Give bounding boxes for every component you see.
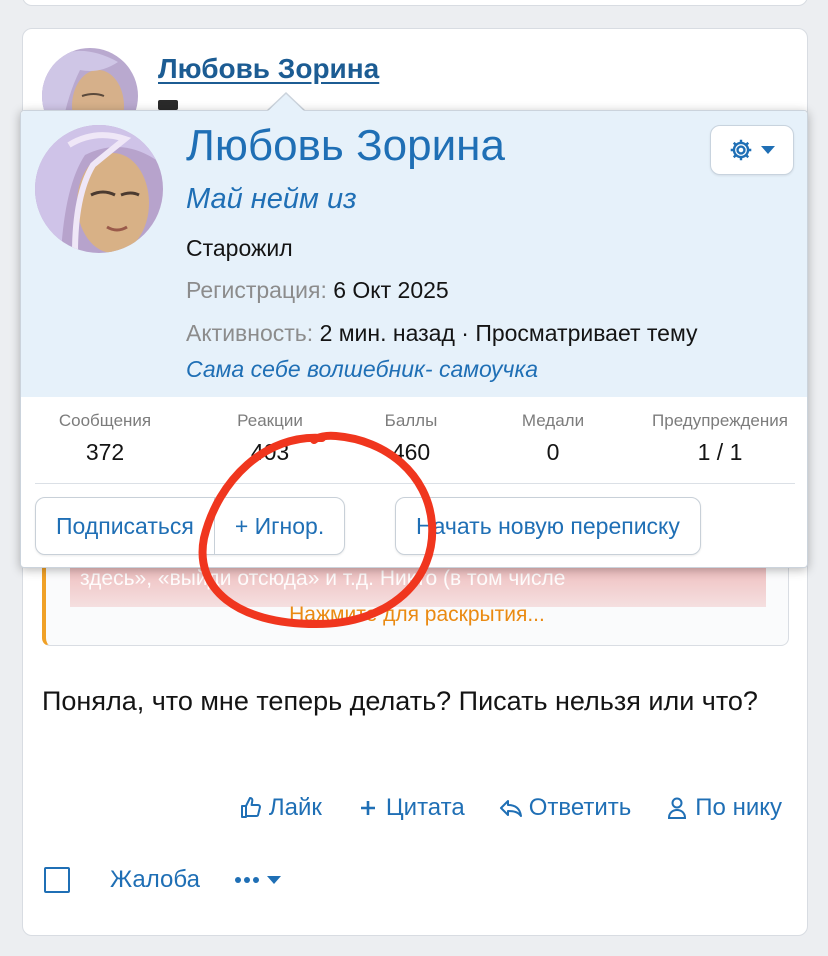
checkbox-icon[interactable] bbox=[44, 867, 70, 893]
activity-label: Активность: bbox=[186, 320, 314, 346]
member-signature: Сама себе волшебник- самоучка bbox=[186, 356, 539, 382]
member-rank: Старожил bbox=[186, 235, 293, 261]
stat-warnings[interactable]: Предупреждения 1 / 1 bbox=[645, 411, 795, 466]
activity-value: 2 мин. назад · Просматривает тему bbox=[319, 320, 698, 346]
stat-value: 403 bbox=[250, 439, 290, 465]
member-activity: Активность: 2 мин. назад · Просматривает… bbox=[186, 320, 698, 347]
member-avatar[interactable] bbox=[35, 125, 163, 253]
registration-value: 6 Окт 2025 bbox=[333, 277, 449, 303]
thumbs-up-icon bbox=[240, 797, 261, 818]
follow-ignore-group: Подписаться + Игнор. bbox=[35, 497, 346, 555]
by-nick-button[interactable]: По нику bbox=[665, 794, 782, 822]
member-tooltip: Любовь Зорина Май нейм из Старожил Регис… bbox=[20, 110, 808, 568]
member-options-button[interactable] bbox=[710, 125, 794, 175]
stat-value: 460 bbox=[391, 439, 431, 465]
stat-value: 372 bbox=[85, 439, 125, 465]
stat-label: Предупреждения bbox=[652, 411, 788, 430]
post-actions: Лайк Цитата Ответить По нику bbox=[239, 794, 782, 822]
caret-down-icon bbox=[761, 146, 775, 154]
ignore-button[interactable]: + Игнор. bbox=[213, 498, 344, 554]
follow-button[interactable]: Подписаться bbox=[36, 498, 214, 554]
stat-label: Реакции bbox=[237, 411, 303, 430]
by-nick-label: По нику bbox=[695, 794, 782, 821]
popup-arrow-inner bbox=[268, 94, 304, 111]
stat-messages[interactable]: Сообщения 372 bbox=[35, 411, 175, 466]
post-footer: Жалоба bbox=[44, 866, 282, 894]
reply-button[interactable]: Ответить bbox=[499, 794, 632, 822]
registration-label: Регистрация: bbox=[186, 277, 327, 303]
post-message: Поняла, что мне теперь делать? Писать не… bbox=[42, 686, 758, 716]
member-name[interactable]: Любовь Зорина bbox=[186, 121, 505, 171]
quote-label: Цитата bbox=[385, 794, 465, 821]
gear-icon bbox=[730, 139, 752, 161]
member-custom-title: Май нейм из bbox=[186, 183, 357, 215]
stat-value: 0 bbox=[546, 439, 560, 465]
quote-button[interactable]: Цитата bbox=[356, 794, 465, 822]
more-options-button[interactable] bbox=[234, 875, 282, 885]
plus-icon bbox=[360, 801, 375, 815]
previous-post-card bbox=[22, 0, 808, 6]
stat-label: Баллы bbox=[384, 411, 438, 430]
stat-value: 1 / 1 bbox=[697, 439, 743, 465]
reply-label: Ответить bbox=[528, 794, 632, 821]
stats-divider bbox=[35, 483, 795, 484]
ellipsis-icon bbox=[234, 877, 259, 883]
post-author-name[interactable]: Любовь Зорина bbox=[158, 53, 379, 85]
stat-points[interactable]: Баллы 460 bbox=[351, 411, 471, 466]
member-registration: Регистрация: 6 Окт 2025 bbox=[186, 277, 449, 304]
stat-label: Сообщения bbox=[58, 411, 152, 430]
like-button[interactable]: Лайк bbox=[239, 794, 322, 822]
post-author-subline bbox=[158, 100, 178, 110]
reply-icon bbox=[499, 800, 522, 817]
like-label: Лайк bbox=[268, 794, 322, 821]
start-conversation-button[interactable]: Начать новую переписку bbox=[395, 497, 701, 555]
stat-reactions[interactable]: Реакции 403 bbox=[205, 411, 335, 466]
member-tooltip-header: Любовь Зорина Май нейм из Старожил Регис… bbox=[21, 111, 807, 397]
quote-expand-link[interactable]: Нажмите для раскрытия... bbox=[46, 603, 788, 627]
quote-hidden-text: здесь», «выйди отсюда» и т.д. Никто (в т… bbox=[80, 567, 566, 590]
member-stats: Сообщения 372 Реакции 403 Баллы 460 Меда… bbox=[35, 411, 795, 481]
report-link[interactable]: Жалоба bbox=[110, 866, 200, 894]
caret-down-icon bbox=[266, 876, 281, 884]
stat-medals[interactable]: Медали 0 bbox=[491, 411, 615, 466]
user-icon bbox=[668, 797, 687, 819]
stat-label: Медали bbox=[521, 411, 585, 430]
